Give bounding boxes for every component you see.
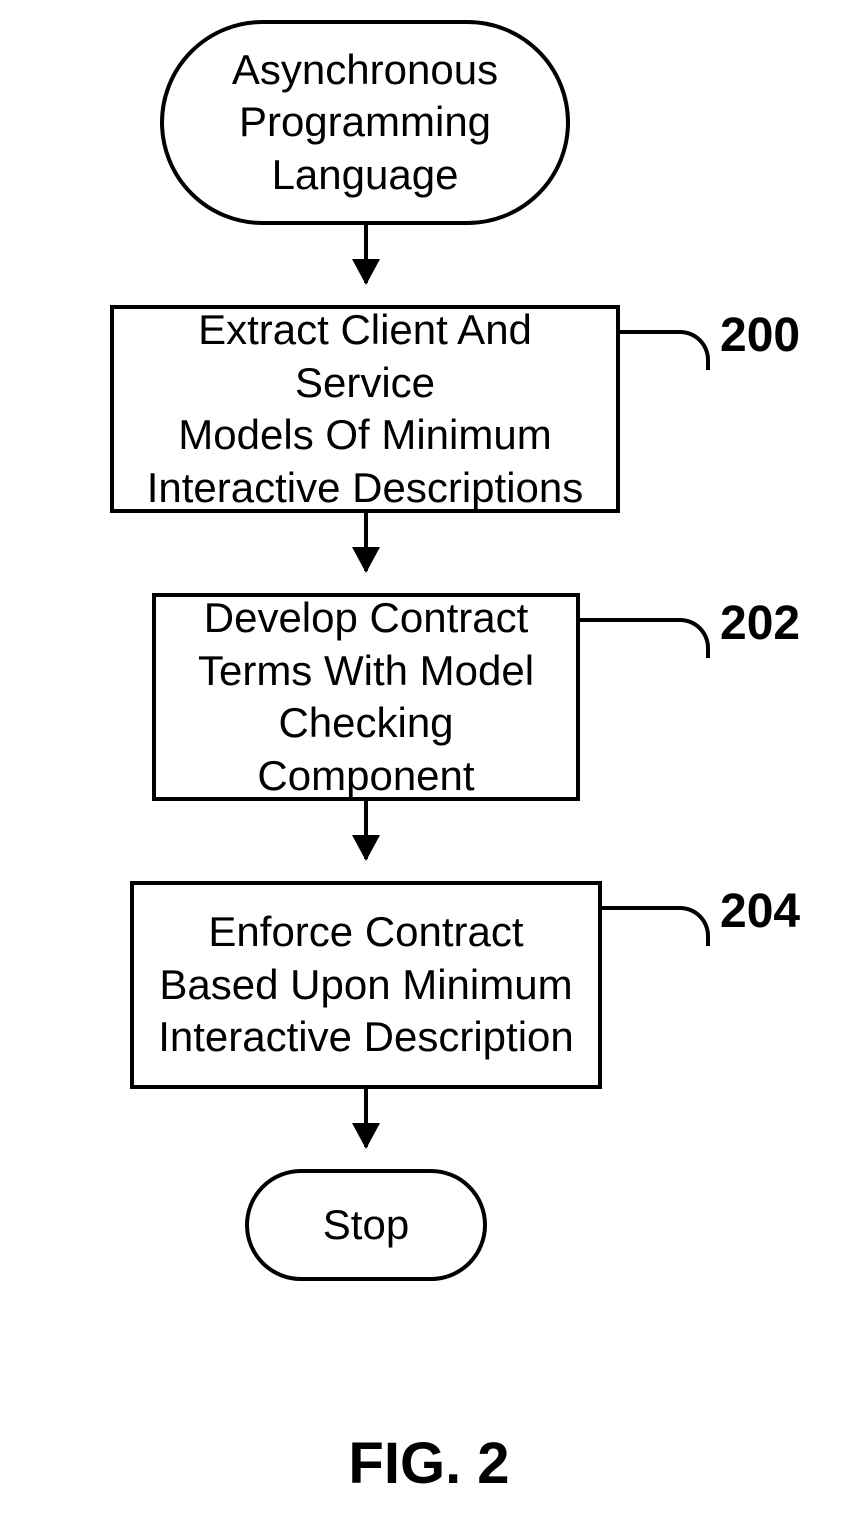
process-develop-contract: Develop ContractTerms With ModelChecking… [152, 593, 580, 801]
arrow-2 [364, 513, 368, 571]
terminator-start: AsynchronousProgrammingLanguage [160, 20, 570, 225]
ref-label-202: 202 [720, 596, 800, 651]
arrow-4 [364, 1089, 368, 1147]
arrow-3 [364, 801, 368, 859]
process-develop-contract-text: Develop ContractTerms With ModelChecking… [176, 592, 556, 802]
ref-label-200: 200 [720, 308, 800, 363]
leader-202 [580, 618, 710, 658]
leader-204 [602, 906, 710, 946]
ref-label-204: 204 [720, 884, 800, 939]
terminator-start-text: AsynchronousProgrammingLanguage [232, 44, 498, 202]
process-extract-models: Extract Client And ServiceModels Of Mini… [110, 305, 620, 513]
terminator-stop-text: Stop [323, 1199, 409, 1252]
figure-caption: FIG. 2 [0, 1430, 858, 1497]
leader-200 [620, 330, 710, 370]
arrow-1 [364, 225, 368, 283]
process-extract-models-text: Extract Client And ServiceModels Of Mini… [134, 304, 596, 514]
process-enforce-contract-text: Enforce ContractBased Upon MinimumIntera… [158, 906, 574, 1064]
terminator-stop: Stop [245, 1169, 487, 1281]
process-enforce-contract: Enforce ContractBased Upon MinimumIntera… [130, 881, 602, 1089]
